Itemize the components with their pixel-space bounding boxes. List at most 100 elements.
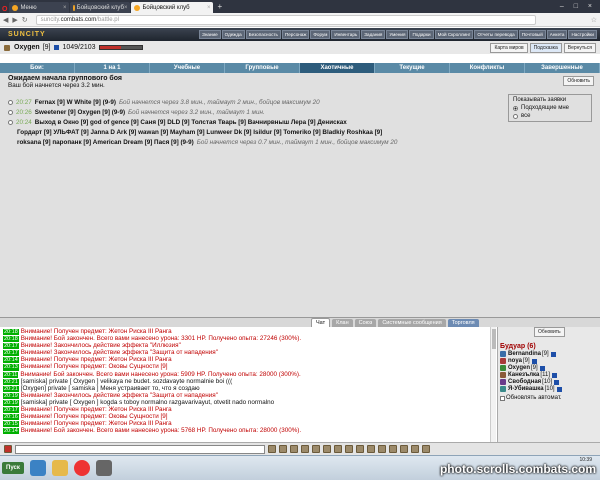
hint-button[interactable]: Подсказка: [529, 42, 562, 53]
top-menu-item[interactable]: Задания: [361, 30, 386, 39]
browser-tab[interactable]: Меню ×: [9, 2, 70, 13]
radio-icon[interactable]: [8, 120, 13, 125]
request-players[interactable]: Гордарт [9] УЛЬФАТ [9] Janna D Ark [9] w…: [17, 129, 382, 136]
window-controls-icon[interactable]: – □ ×: [560, 3, 600, 10]
pocket-icon[interactable]: [356, 445, 364, 453]
tab-chat[interactable]: Чат: [311, 318, 331, 327]
info-icon[interactable]: [556, 386, 562, 392]
radio-icon[interactable]: [513, 113, 518, 119]
room-update-button[interactable]: Обновить: [534, 327, 565, 337]
smile-icon[interactable]: [279, 445, 287, 453]
battle-request[interactable]: Гордарт [9] УЛЬФАТ [9] Janna D Ark [9] w…: [8, 129, 592, 136]
top-menu-item[interactable]: Безопасность: [245, 30, 281, 39]
forward-icon[interactable]: ▶: [12, 16, 17, 24]
player-name[interactable]: Я-Убивашка: [508, 386, 544, 392]
info-icon[interactable]: [54, 45, 60, 50]
tab-union[interactable]: Союз: [354, 319, 377, 327]
fight-tab[interactable]: Хаотичные: [300, 63, 375, 73]
character-name[interactable]: Oxygen: [14, 44, 40, 51]
request-players[interactable]: Fernax [9] W White [9] (9-9): [35, 99, 116, 106]
info-icon[interactable]: [550, 351, 556, 357]
info-icon[interactable]: [539, 365, 545, 371]
request-players[interactable]: Выход в Окно [9] god of gence [9] Саня […: [35, 119, 347, 126]
player-name[interactable]: noya: [508, 358, 522, 364]
battle-request[interactable]: 20:27 Fernax [9] W White [9] (9-9) Бой нач…: [8, 99, 592, 106]
top-menu-item[interactable]: Форум: [310, 30, 331, 39]
checkbox-icon[interactable]: [500, 395, 505, 401]
folder-icon[interactable]: [51, 460, 68, 476]
player-name[interactable]: Канезълка: [508, 372, 539, 378]
reload-icon[interactable]: ↻: [22, 16, 28, 24]
room-player[interactable]: Я-Убивашка [10]: [500, 386, 598, 392]
top-menu-item[interactable]: Анкета: [546, 30, 568, 39]
request-players[interactable]: roksana [9] паропанк [9] American Dream …: [17, 139, 194, 146]
world-map-button[interactable]: Карта миров: [490, 42, 528, 53]
friends-icon[interactable]: [422, 445, 430, 453]
player-name[interactable]: Oxygen: [508, 365, 530, 371]
fight-tab[interactable]: Текущие: [375, 63, 450, 73]
browser-tab[interactable]: Бойцовский клуб ×: [70, 2, 131, 13]
browser-tab-active[interactable]: Бойцовский клуб ×: [131, 2, 214, 13]
top-menu-item[interactable]: Подарки: [409, 30, 434, 39]
return-button[interactable]: Вернуться: [563, 42, 596, 53]
player-name[interactable]: Bernandina: [508, 351, 541, 357]
exit-icon[interactable]: [4, 445, 12, 453]
translit-icon[interactable]: [301, 445, 309, 453]
top-menu-item[interactable]: Отчеты перевода: [474, 30, 518, 39]
chat-input[interactable]: [15, 444, 265, 454]
fight-icon[interactable]: [367, 445, 375, 453]
bookmark-star-icon[interactable]: ☆: [591, 16, 597, 24]
info-icon[interactable]: [554, 379, 560, 385]
top-menu-item[interactable]: Умения: [386, 30, 409, 39]
fight-tab[interactable]: Конфликты: [450, 63, 525, 73]
fight-tab[interactable]: Групповые: [225, 63, 300, 73]
scroll-thumb[interactable]: [492, 329, 496, 349]
player-name[interactable]: Свободная: [508, 379, 541, 385]
battle-request[interactable]: 20:26 Sweetener [9] Oxygen [9] (9-9) Бой н…: [8, 109, 592, 116]
start-button[interactable]: Пуск: [2, 462, 24, 474]
room-player[interactable]: noya [9]: [500, 358, 598, 364]
close-tab-icon[interactable]: ×: [124, 5, 128, 11]
radio-icon[interactable]: [8, 110, 13, 115]
ie-icon[interactable]: [29, 460, 46, 476]
tab-trade[interactable]: Торговля: [447, 319, 479, 327]
top-menu-item[interactable]: Знание: [199, 30, 221, 39]
settings-icon[interactable]: [323, 445, 331, 453]
filter-icon[interactable]: [312, 445, 320, 453]
fight-tab[interactable]: 1 на 1: [75, 63, 150, 73]
update-button[interactable]: Обновить: [563, 76, 594, 86]
quest-icon[interactable]: [378, 445, 386, 453]
fight-tab[interactable]: Бои:: [0, 63, 75, 73]
top-menu-item[interactable]: Инвентарь: [331, 30, 361, 39]
opera-icon[interactable]: [73, 460, 90, 476]
opera-menu-icon[interactable]: O: [2, 6, 7, 13]
top-menu-item[interactable]: Почтовый: [518, 30, 546, 39]
send-icon[interactable]: [268, 445, 276, 453]
room-player[interactable]: Oxygen [9]: [500, 365, 598, 371]
new-tab-icon[interactable]: +: [217, 2, 222, 11]
radio-icon[interactable]: [513, 105, 518, 111]
clear-icon[interactable]: [290, 445, 298, 453]
request-players[interactable]: Sweetener [9] Oxygen [9] (9-9): [35, 109, 125, 116]
filter-option-all[interactable]: все: [513, 113, 587, 119]
url-field[interactable]: suncity. combats.com/battle.pl: [35, 14, 536, 25]
back-icon[interactable]: ◀: [3, 16, 8, 24]
info-icon[interactable]: [531, 358, 537, 364]
close-tab-icon[interactable]: ×: [207, 5, 211, 11]
bag-icon[interactable]: [411, 445, 419, 453]
room-player[interactable]: Bernandina [9]: [500, 351, 598, 357]
tab-system[interactable]: Системные сообщения: [378, 319, 446, 327]
fight-tab[interactable]: Учебные: [150, 63, 225, 73]
info-icon[interactable]: [551, 372, 557, 378]
fight-tab[interactable]: Завершенные: [525, 63, 600, 73]
room-player[interactable]: Канезълка [11]: [500, 372, 598, 378]
top-menu-item[interactable]: Настройки: [568, 30, 597, 39]
sound-icon[interactable]: [334, 445, 342, 453]
hands-icon[interactable]: [345, 445, 353, 453]
top-menu-item[interactable]: Персонаж: [281, 30, 310, 39]
radio-icon[interactable]: [8, 100, 13, 105]
chat-scrollbar[interactable]: [490, 327, 496, 442]
tab-clan[interactable]: Клан: [332, 319, 353, 327]
gift-icon[interactable]: [389, 445, 397, 453]
battle-request[interactable]: roksana [9] паропанк [9] American Dream …: [8, 139, 592, 146]
